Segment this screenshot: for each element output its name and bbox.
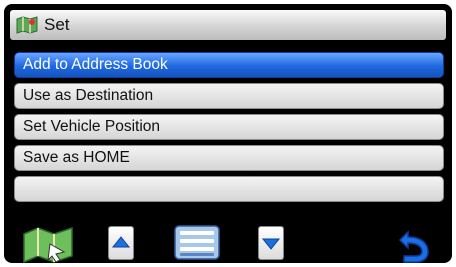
menu-item-add-to-address-book[interactable]: Add to Address Book (14, 52, 444, 78)
menu-list: Add to Address Book Use as Destination S… (14, 52, 444, 207)
map-view-icon[interactable] (20, 222, 76, 263)
scroll-up-icon (111, 236, 131, 248)
list-icon[interactable] (172, 222, 222, 263)
scroll-up-button[interactable] (108, 226, 134, 260)
page-title: Set (44, 15, 70, 34)
map-icon (16, 16, 38, 34)
title-bar: Set (10, 10, 446, 40)
menu-item-save-as-home[interactable]: Save as HOME (14, 145, 444, 171)
menu-item-use-as-destination[interactable]: Use as Destination (14, 83, 444, 109)
bottom-toolbar (4, 222, 452, 263)
scroll-down-icon (261, 238, 281, 250)
menu-item-set-vehicle-position[interactable]: Set Vehicle Position (14, 114, 444, 140)
scroll-down-button[interactable] (258, 226, 284, 260)
menu-item-empty[interactable] (14, 176, 444, 202)
back-icon[interactable] (392, 222, 438, 263)
device-screen: Set Add to Address Book Use as Destinati… (4, 4, 452, 263)
